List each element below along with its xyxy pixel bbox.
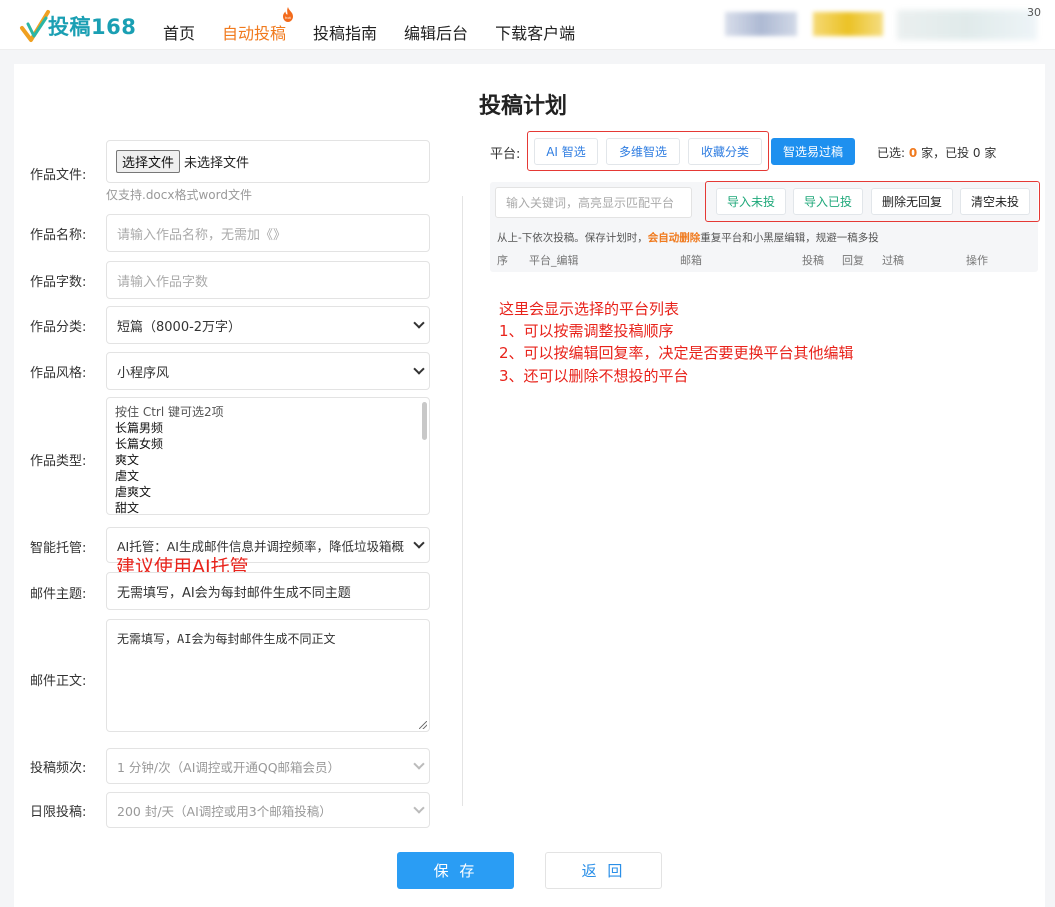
platform-search-input[interactable]: 输入关键词，高亮显示匹配平台 [495,187,692,218]
page-title: 投稿计划 [479,94,568,119]
frequency-select[interactable]: 1 分钟/次（AI调控或开通QQ邮箱会员） [106,748,430,784]
daily-limit-label: 日限投稿: [30,805,87,820]
corner-number: 30 [1027,6,1041,19]
save-button[interactable]: 保 存 [397,852,514,889]
frequency-label: 投稿频次: [30,761,87,776]
annotation-line: 1、可以按需调整投稿顺序 [499,322,674,340]
nav-auto-submit-label: 自动投稿 [222,24,287,43]
file-label: 作品文件: [30,168,87,183]
blurred-user-info[interactable] [725,12,797,36]
column-divider [462,196,463,806]
logo-text: 投稿168 [48,15,137,39]
file-hint: 仅支持.docx格式word文件 [106,188,252,202]
column-header: 操作 [966,254,988,267]
easy-pass-filter-button[interactable]: 智选易过稿 [771,138,855,165]
nav-auto-submit[interactable]: 自动投稿 hot [222,7,294,44]
chevron-down-icon [413,363,425,375]
category-label: 作品分类: [30,320,87,335]
column-header: 过稿 [882,254,904,267]
type-option[interactable]: 甜文 [115,500,421,514]
column-header: 投稿 [802,254,824,267]
work-name-input[interactable]: 请输入作品名称，无需加《》 [106,214,430,252]
back-button[interactable]: 返 回 [545,852,662,889]
multi-pick-button[interactable]: 多维智选 [606,138,680,165]
type-option[interactable]: 爽文 [115,452,421,468]
email-body-textarea[interactable]: 无需填写，AI会为每封邮件生成不同正文 [106,619,430,732]
category-value: 短篇（8000-2万字） [117,319,242,335]
ai-pick-button[interactable]: AI 智选 [534,138,598,165]
import-sent-button[interactable]: 导入已投 [793,188,863,215]
frequency-value: 1 分钟/次（AI调控或开通QQ邮箱会员） [117,759,341,775]
name-label: 作品名称: [30,228,87,243]
notice-pre: 从上-下依次投稿。保存计划时， [497,232,648,244]
nav-home[interactable]: 首页 [163,20,195,44]
platform-label: 平台: [490,147,521,162]
hot-badge-text: hot [285,16,291,20]
favorites-button[interactable]: 收藏分类 [688,138,762,165]
chevron-down-icon [413,758,425,770]
word-count-input[interactable]: 请输入作品字数 [106,261,430,299]
chevron-down-icon [413,317,425,329]
choose-file-button[interactable]: 选择文件 [116,150,181,173]
selected-number: 0 [908,146,918,160]
style-value: 小程序风 [117,365,170,381]
type-hint: 按住 Ctrl 键可选2项 [115,405,224,419]
main-nav: 首页 自动投稿 hot 投稿指南 编辑后台 下载客户端 [163,7,602,44]
file-field: 选择文件 未选择文件 [106,140,430,183]
subject-label: 邮件主题: [30,587,87,602]
notice-emphasis: 会自动删除 [647,232,701,244]
type-option[interactable]: 虐文 [115,468,421,484]
chevron-down-icon [413,537,425,549]
type-option[interactable]: 虐爽文 [115,484,421,500]
file-status: 未选择文件 [184,156,250,171]
nav-guide[interactable]: 投稿指南 [313,20,377,44]
column-header: 回复 [842,254,864,267]
email-subject-input[interactable]: 无需填写，AI会为每封邮件生成不同主题 [106,572,430,610]
selected-suffix: 家，已投 0 家 [921,146,997,160]
style-label: 作品风格: [30,366,87,381]
annotation-line: 这里会显示选择的平台列表 [499,300,680,318]
words-label: 作品字数: [30,275,87,290]
annotation-line: 3、还可以删除不想投的平台 [499,367,689,385]
selected-count: 已选: 0 家，已投 0 家 [877,144,996,161]
scrollbar-thumb[interactable] [422,402,427,440]
import-unsent-button[interactable]: 导入未投 [716,188,786,215]
daily-limit-select[interactable]: 200 封/天（AI调控或用3个邮箱投稿） [106,792,430,828]
type-option[interactable]: 长篇男频 [115,420,421,436]
delete-no-reply-button[interactable]: 删除无回复 [871,188,953,215]
plan-notice: 从上-下依次投稿。保存计划时，会自动删除重复平台和小黑屋编辑，规避一稿多投 [497,230,879,245]
blurred-vip-badge[interactable] [813,12,883,36]
blurred-account[interactable] [897,10,1037,40]
logo-check-icon [20,10,50,42]
selected-prefix: 已选: [877,146,906,160]
clear-unsent-button[interactable]: 清空未投 [960,188,1030,215]
column-header: 序 [497,254,508,267]
hot-flame-icon: hot [283,7,294,22]
logo[interactable]: 投稿168 [18,4,136,48]
column-header: 平台_编辑 [529,254,579,267]
type-multiselect[interactable]: 按住 Ctrl 键可选2项 长篇男频 长篇女频 爽文 虐文 虐爽文 甜文 [106,397,430,515]
nav-editor-backend[interactable]: 编辑后台 [404,20,468,44]
type-label: 作品类型: [30,454,87,469]
notice-post: 重复平台和小黑屋编辑，规避一稿多投 [700,232,879,244]
body-label: 邮件正文: [30,674,87,689]
chevron-down-icon [413,802,425,814]
nav-download-client[interactable]: 下载客户端 [495,20,575,44]
category-select[interactable]: 短篇（8000-2万字） [106,306,430,344]
annotation-line: 2、可以按编辑回复率，决定是否要更换平台其他编辑 [499,344,854,362]
daily-limit-value: 200 封/天（AI调控或用3个邮箱投稿） [117,803,332,819]
type-option[interactable]: 长篇女频 [115,436,421,452]
resize-handle-icon[interactable] [419,721,427,729]
column-header: 邮箱 [680,254,702,267]
hosting-label: 智能托管: [30,541,87,556]
top-header: 投稿168 首页 自动投稿 hot 投稿指南 编辑后台 下载客户端 30 [0,0,1055,50]
style-select[interactable]: 小程序风 [106,352,430,390]
user-area: 30 [725,6,1055,40]
email-body-text: 无需填写，AI会为每封邮件生成不同正文 [117,632,336,646]
